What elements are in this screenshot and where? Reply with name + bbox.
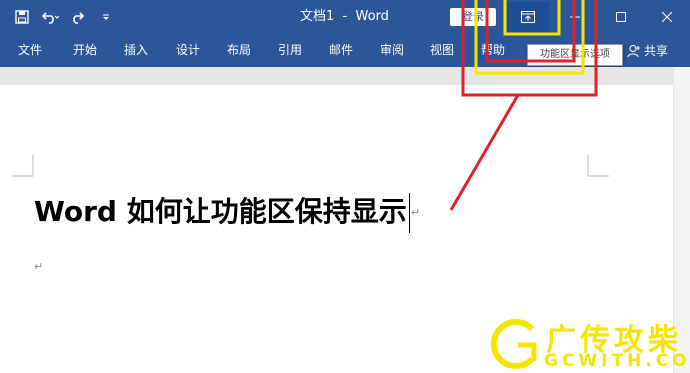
ribbon-display-options-button[interactable]: [507, 2, 549, 32]
share-button[interactable]: 共享: [627, 34, 668, 67]
maximize-icon: [616, 12, 626, 22]
login-button[interactable]: 登录: [450, 8, 496, 26]
empty-paragraph-mark: ↵: [34, 260, 44, 273]
close-icon: [662, 12, 672, 22]
tab-insert[interactable]: 插入: [124, 34, 148, 67]
heading-text: Word 如何让功能区保持显示: [34, 195, 407, 228]
tab-mailings[interactable]: 邮件: [329, 34, 353, 67]
minimize-icon: [570, 16, 580, 18]
ribbon-display-options-icon: [521, 11, 535, 23]
close-button[interactable]: [644, 0, 690, 34]
tab-help[interactable]: 帮助: [481, 34, 505, 67]
undo-button[interactable]: [36, 0, 64, 34]
save-button[interactable]: [8, 0, 36, 34]
tab-home[interactable]: 开始: [73, 34, 97, 67]
tab-design[interactable]: 设计: [176, 34, 200, 67]
redo-button[interactable]: [64, 0, 92, 34]
customize-qat-icon: [103, 14, 109, 20]
redo-icon: [73, 12, 85, 24]
tab-references[interactable]: 引用: [278, 34, 302, 67]
share-label: 共享: [643, 44, 668, 58]
undo-icon: [41, 12, 59, 24]
window-title: 文档1 - Word: [300, 9, 389, 24]
margin-corner-top-right: [587, 155, 609, 177]
quick-access-toolbar: [0, 0, 120, 34]
text-cursor: [408, 193, 410, 233]
save-icon: [15, 10, 29, 24]
paragraph-mark: ↵: [410, 206, 420, 219]
margin-corner-top-left: [12, 155, 34, 177]
tab-view[interactable]: 视图: [430, 34, 454, 67]
maximize-button[interactable]: [598, 0, 644, 34]
tab-layout[interactable]: 布局: [227, 34, 251, 67]
tab-file[interactable]: 文件: [18, 34, 42, 67]
vertical-scrollbar[interactable]: [674, 67, 690, 373]
title-bar: 文档1 - Word 登录: [0, 0, 690, 34]
minimize-button[interactable]: [552, 0, 598, 34]
tab-review[interactable]: 审阅: [380, 34, 404, 67]
ribbon-options-tooltip: 功能区显示选项: [527, 44, 623, 66]
customize-qat-button[interactable]: [92, 0, 120, 34]
share-person-icon: [627, 44, 640, 57]
document-heading[interactable]: Word 如何让功能区保持显示 ↵: [34, 189, 420, 235]
